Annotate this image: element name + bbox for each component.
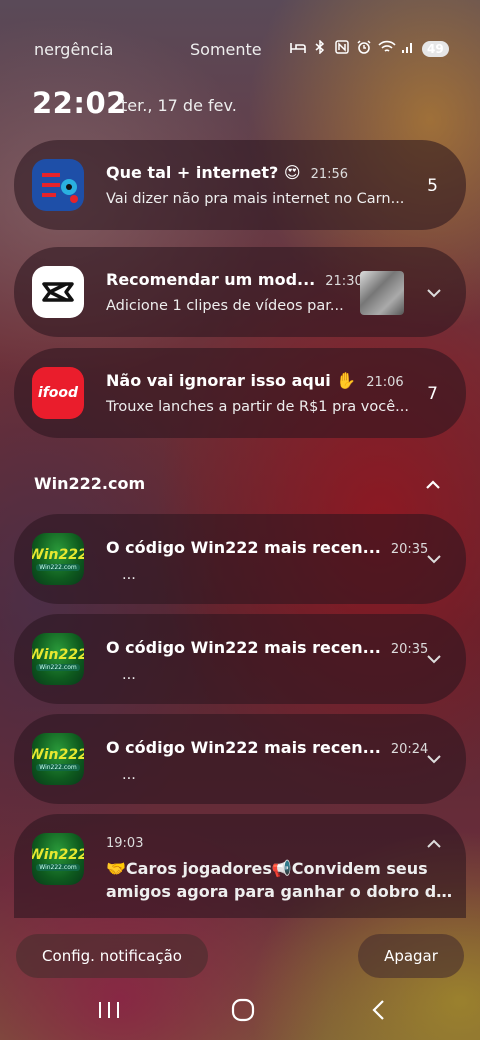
chevron-down-icon[interactable] xyxy=(426,285,442,301)
status-bar: nergência Somente 49 xyxy=(0,38,480,64)
ifood-logo-text: ifood xyxy=(37,385,79,401)
notification-time: 19:03 xyxy=(106,836,144,851)
notification-thumbnail xyxy=(360,271,404,315)
notification-text: ... xyxy=(122,767,136,783)
notification-title: Recomendar um mod... 21:30 xyxy=(106,270,363,289)
home-icon[interactable] xyxy=(229,998,257,1022)
notification-card-claro[interactable]: Que tal + internet? 😍 21:56 Vai dizer não… xyxy=(14,140,466,230)
notification-title: O código Win222 mais recen... 20:24 xyxy=(106,738,429,757)
win222-icon: Win222Win222.com xyxy=(32,633,84,685)
navigation-bar xyxy=(0,990,480,1030)
notification-time: 21:56 xyxy=(310,167,349,182)
notification-count: 7 xyxy=(427,384,438,404)
notification-card-win222[interactable]: Win222Win222.com O código Win222 mais re… xyxy=(14,514,466,604)
claro-icon xyxy=(32,159,84,211)
chevron-up-icon[interactable] xyxy=(424,476,442,494)
notification-card-win222[interactable]: Win222Win222.com O código Win222 mais re… xyxy=(14,714,466,804)
notification-time: 20:24 xyxy=(390,742,429,757)
clock: 22:02 xyxy=(32,86,127,120)
alarm-icon xyxy=(356,40,372,58)
win222-icon: Win222Win222.com xyxy=(32,833,84,885)
notification-text-line2: amigos agora para ganhar o dobro de rec.… xyxy=(106,882,456,901)
status-left-text: nergência xyxy=(34,40,114,59)
battery-icon: 49 xyxy=(422,41,449,57)
signal-icon xyxy=(400,40,416,58)
nfc-icon xyxy=(334,40,350,58)
clear-button[interactable]: Apagar xyxy=(358,934,464,978)
notification-title: Não vai ignorar isso aqui ✋ 21:06 xyxy=(106,371,404,390)
win222-icon: Win222Win222.com xyxy=(32,733,84,785)
notification-card-win222[interactable]: Win222Win222.com O código Win222 mais re… xyxy=(14,614,466,704)
chevron-down-icon[interactable] xyxy=(426,751,442,767)
notification-text: Vai dizer não pra mais internet no Carn.… xyxy=(106,191,405,207)
chevron-up-icon[interactable] xyxy=(426,836,442,852)
notification-text: Adicione 1 clipes de vídeos par... xyxy=(106,298,344,314)
notification-text: ... xyxy=(122,567,136,583)
notification-text-line1: 🤝Caros jogadores📢Convidem seus xyxy=(106,859,428,878)
group-label: Win222.com xyxy=(34,474,146,493)
notification-settings-button[interactable]: Config. notificação xyxy=(16,934,208,978)
notification-card-win222-expanded[interactable]: Win222Win222.com 19:03 🤝Caros jogadores📢… xyxy=(14,814,466,918)
notification-text: Trouxe lanches a partir de R$1 pra você.… xyxy=(106,399,409,415)
notification-time: 20:35 xyxy=(390,542,429,557)
notification-time: 21:06 xyxy=(366,375,404,390)
status-mid-text: Somente xyxy=(190,40,262,59)
back-icon[interactable] xyxy=(365,998,393,1022)
chevron-down-icon[interactable] xyxy=(426,551,442,567)
status-icons: 49 xyxy=(290,39,449,58)
bluetooth-icon xyxy=(312,39,328,58)
capcut-icon xyxy=(32,266,84,318)
ifood-icon: ifood xyxy=(32,367,84,419)
date: ter., 17 de fev. xyxy=(121,96,237,115)
notification-time: 20:35 xyxy=(390,642,429,657)
notification-title: O código Win222 mais recen... 20:35 xyxy=(106,538,429,557)
notification-count: 5 xyxy=(427,176,438,196)
notification-time: 21:30 xyxy=(325,274,363,289)
notification-title: O código Win222 mais recen... 20:35 xyxy=(106,638,429,657)
recent-apps-icon[interactable] xyxy=(95,998,123,1022)
notification-card-ifood[interactable]: ifood Não vai ignorar isso aqui ✋ 21:06 T… xyxy=(14,348,466,438)
wifi-icon xyxy=(378,40,396,58)
notification-text: ... xyxy=(122,667,136,683)
notification-title: Que tal + internet? 😍 21:56 xyxy=(106,163,349,182)
notification-card-capcut[interactable]: Recomendar um mod... 21:30 Adicione 1 cli… xyxy=(14,247,466,337)
chevron-down-icon[interactable] xyxy=(426,651,442,667)
bed-icon xyxy=(290,40,306,58)
win222-icon: Win222Win222.com xyxy=(32,533,84,585)
